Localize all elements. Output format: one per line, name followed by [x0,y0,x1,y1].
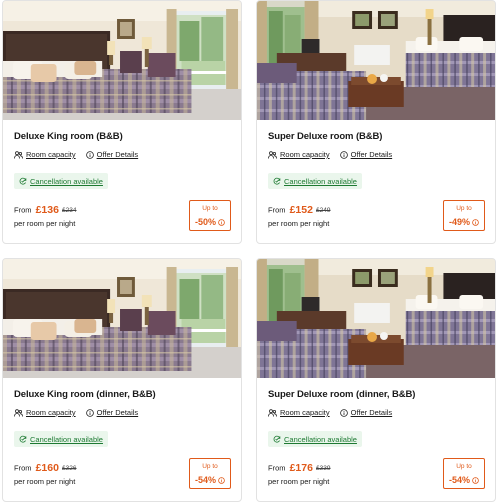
offer-details-label: Offer Details [96,408,139,417]
current-price: £176 [289,462,313,474]
refresh-check-icon [19,435,27,443]
deluxe-king-bedroom-photo[interactable] [3,1,241,120]
offer-details-label: Offer Details [350,150,393,159]
super-deluxe-bedroom-photo[interactable] [257,1,495,120]
from-label: From [14,205,32,215]
info-icon [85,150,94,159]
original-price: £249 [316,206,331,214]
from-label: From [14,463,32,473]
discount-value: -54% [448,475,470,485]
room-title[interactable]: Deluxe King room (dinner, B&B) [14,389,156,400]
room-title[interactable]: Super Deluxe room (B&B) [268,131,382,142]
from-label: From [268,463,286,473]
up-to-label: Up to [456,463,472,470]
price-line: From £136 £234 [14,204,77,216]
per-night-label: per room per night [268,477,330,486]
cancellation-label: Cancellation available [30,434,103,444]
current-price: £160 [35,462,59,474]
current-price: £152 [289,204,313,216]
per-night-label: per room per night [14,219,76,228]
discount-badge[interactable]: Up to -50% [189,200,231,231]
people-icon [268,150,277,159]
info-icon[interactable] [472,476,479,484]
info-icon [339,408,348,417]
room-capacity-link[interactable]: Room capacity [14,408,76,417]
cancellation-badge[interactable]: Cancellation available [14,431,108,447]
up-to-label: Up to [202,463,218,470]
cancellation-badge[interactable]: Cancellation available [14,173,108,189]
super-deluxe-bedroom-photo[interactable] [257,259,495,378]
room-capacity-link[interactable]: Room capacity [268,150,330,159]
room-title[interactable]: Super Deluxe room (dinner, B&B) [268,389,415,400]
info-icon[interactable] [218,218,225,226]
offer-details-label: Offer Details [350,408,393,417]
people-icon [268,408,277,417]
people-icon [14,150,23,159]
discount-value: -50% [194,217,216,227]
room-links: Room capacity Offer Details [14,408,138,417]
discount-badge[interactable]: Up to -54% [189,458,231,489]
room-links: Room capacity Offer Details [268,408,392,417]
discount-value: -54% [194,475,216,485]
refresh-check-icon [273,177,281,185]
original-price: £339 [316,464,331,472]
price-line: From £176 £339 [268,462,331,474]
per-night-label: per room per night [14,477,76,486]
info-icon[interactable] [472,218,479,226]
original-price: £326 [62,464,77,472]
cancellation-label: Cancellation available [284,176,357,186]
cancellation-label: Cancellation available [30,176,103,186]
room-links: Room capacity Offer Details [14,150,138,159]
info-icon [339,150,348,159]
offer-details-link[interactable]: Offer Details [339,408,393,417]
room-card[interactable]: Super Deluxe room (dinner, B&B) Room cap… [256,258,496,502]
room-card[interactable]: Deluxe King room (B&B) Room capacity Off… [2,0,242,244]
from-label: From [268,205,286,215]
refresh-check-icon [273,435,281,443]
offer-details-link[interactable]: Offer Details [85,150,139,159]
refresh-check-icon [19,177,27,185]
price-line: From £160 £326 [14,462,77,474]
info-icon [85,408,94,417]
room-capacity-link[interactable]: Room capacity [14,150,76,159]
offer-details-label: Offer Details [96,150,139,159]
current-price: £136 [35,204,59,216]
room-capacity-link[interactable]: Room capacity [268,408,330,417]
people-icon [14,408,23,417]
discount-value: -49% [448,217,470,227]
room-card[interactable]: Deluxe King room (dinner, B&B) Room capa… [2,258,242,502]
room-capacity-label: Room capacity [26,408,76,417]
per-night-label: per room per night [268,219,330,228]
discount-badge[interactable]: Up to -54% [443,458,485,489]
room-card[interactable]: Super Deluxe room (B&B) Room capacity Of… [256,0,496,244]
offer-details-link[interactable]: Offer Details [339,150,393,159]
cancellation-label: Cancellation available [284,434,357,444]
room-title[interactable]: Deluxe King room (B&B) [14,131,123,142]
offer-details-link[interactable]: Offer Details [85,408,139,417]
cancellation-badge[interactable]: Cancellation available [268,431,362,447]
room-capacity-label: Room capacity [26,150,76,159]
up-to-label: Up to [456,205,472,212]
room-capacity-label: Room capacity [280,408,330,417]
info-icon[interactable] [218,476,225,484]
cancellation-badge[interactable]: Cancellation available [268,173,362,189]
original-price: £234 [62,206,77,214]
room-capacity-label: Room capacity [280,150,330,159]
discount-badge[interactable]: Up to -49% [443,200,485,231]
price-line: From £152 £249 [268,204,331,216]
deluxe-king-bedroom-photo[interactable] [3,259,241,378]
room-links: Room capacity Offer Details [268,150,392,159]
room-offers-grid: Deluxe King room (B&B) Room capacity Off… [0,0,498,504]
up-to-label: Up to [202,205,218,212]
